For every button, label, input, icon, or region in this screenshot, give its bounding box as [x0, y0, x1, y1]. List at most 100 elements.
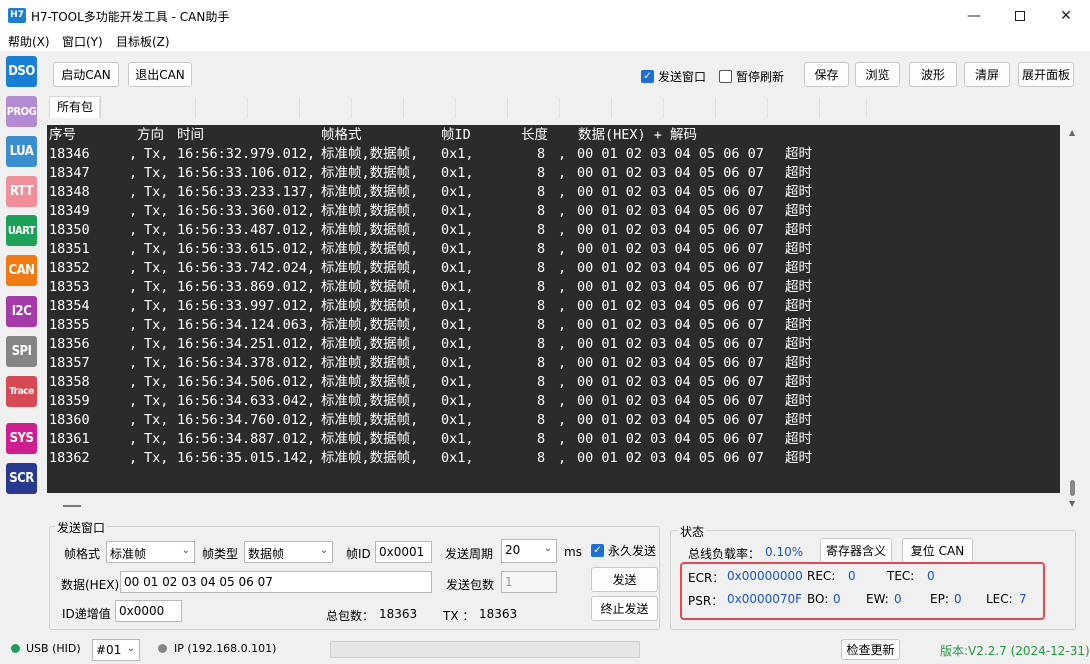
- send-period-select[interactable]: 20 ⌄: [501, 539, 557, 563]
- row-note: 超时: [785, 412, 812, 428]
- tab-empty[interactable]: [247, 98, 299, 118]
- frame-format-select[interactable]: 标准帧 ⌄: [106, 541, 195, 563]
- sidebar-item-sys[interactable]: SYS: [6, 423, 37, 454]
- tab-empty[interactable]: [299, 98, 351, 118]
- row-seq: 18358: [49, 374, 90, 390]
- stop-send-button[interactable]: 终止发送: [591, 596, 658, 621]
- vertical-scrollbar[interactable]: ▲ ▼: [1066, 125, 1078, 511]
- packet-log-console[interactable]: 序号 方向 时间 帧格式 帧ID 长度 数据(HEX) + 解码 18346 Tx…: [47, 125, 1060, 493]
- device-value: #01: [96, 643, 122, 657]
- scroll-down-icon[interactable]: ▼: [1069, 499, 1075, 508]
- row-len: 8: [537, 203, 546, 219]
- tab-empty[interactable]: [559, 98, 611, 118]
- save-button[interactable]: 保存: [804, 62, 849, 87]
- sidebar-item-label: SCR: [9, 471, 34, 486]
- scroll-thumb[interactable]: [1070, 480, 1075, 496]
- tab-empty[interactable]: [195, 98, 247, 118]
- sidebar-item-lua[interactable]: LUA: [6, 136, 37, 167]
- frame-type-select[interactable]: 数据帧 ⌄: [244, 541, 333, 563]
- row-seq: 18347: [49, 165, 90, 181]
- sidebar-item-i2c[interactable]: I2C: [6, 296, 37, 327]
- sidebar-item-scr[interactable]: SCR: [6, 463, 37, 494]
- tab-empty[interactable]: [351, 98, 403, 118]
- hscroll-thumb[interactable]: [63, 505, 81, 507]
- row-len: 8: [537, 241, 546, 257]
- row-format: 标准帧,数据帧,: [321, 241, 419, 257]
- sidebar-item-rtt[interactable]: RTT: [6, 176, 37, 207]
- title-bar: H7 H7-TOOL多功能开发工具 - CAN助手 — ✕: [0, 0, 1090, 31]
- status-title: 状态: [678, 523, 707, 540]
- tab-empty[interactable]: [663, 98, 715, 118]
- tab-all-packets[interactable]: 所有包: [49, 96, 102, 118]
- forever-send-label: 永久发送: [608, 544, 657, 558]
- menu-help[interactable]: 帮助(X): [8, 33, 50, 50]
- expand-panel-button[interactable]: 展开面板: [1018, 62, 1074, 87]
- pause-refresh-checkbox[interactable]: 暂停刷新: [719, 68, 784, 85]
- row-data: 00 01 02 03 04 05 06 07: [577, 260, 764, 276]
- row-time: 16:56:34.124.063,: [177, 317, 316, 333]
- check-update-button[interactable]: 检查更新: [841, 639, 900, 660]
- row-dir: Tx,: [144, 431, 169, 447]
- menu-target-board[interactable]: 目标板(Z): [116, 33, 170, 50]
- tab-empty[interactable]: [715, 98, 767, 118]
- send-button[interactable]: 发送: [591, 567, 658, 592]
- sidebar-item-can[interactable]: CAN: [6, 255, 37, 286]
- progress-bar: [330, 641, 640, 658]
- row-format: 标准帧,数据帧,: [321, 393, 419, 409]
- separator: ,: [558, 317, 567, 333]
- row-time: 16:56:34.887.012,: [177, 431, 316, 447]
- row-time: 16:56:33.869.012,: [177, 279, 316, 295]
- exit-can-button[interactable]: 退出CAN: [128, 62, 192, 87]
- clear-screen-button[interactable]: 清屏: [964, 62, 1010, 87]
- data-hex-label: 数据(HEX): [61, 578, 120, 592]
- row-seq: 18355: [49, 317, 90, 333]
- scroll-up-icon[interactable]: ▲: [1069, 128, 1075, 137]
- tab-empty[interactable]: [767, 98, 819, 118]
- tab-empty[interactable]: [99, 98, 195, 118]
- row-dir: Tx,: [144, 298, 169, 314]
- sidebar-item-trace[interactable]: Trace: [6, 376, 37, 407]
- device-select[interactable]: #01 ⌄: [92, 639, 140, 661]
- sidebar-item-dso[interactable]: DSO: [6, 56, 37, 87]
- tab-empty[interactable]: [611, 98, 663, 118]
- row-format: 标准帧,数据帧,: [321, 165, 419, 181]
- maximize-button[interactable]: [997, 0, 1043, 31]
- sidebar-item-prog[interactable]: PROG: [6, 96, 37, 127]
- sidebar-item-uart[interactable]: UART: [6, 215, 37, 246]
- row-format: 标准帧,数据帧,: [321, 336, 419, 352]
- menu-window[interactable]: 窗口(Y): [62, 33, 103, 50]
- chevron-down-icon: ⌄: [126, 643, 135, 654]
- separator: ,: [129, 336, 138, 352]
- data-hex-input[interactable]: 00 01 02 03 04 05 06 07: [120, 571, 432, 593]
- separator: ,: [558, 279, 567, 295]
- send-window-label: 发送窗口: [658, 70, 707, 84]
- send-count-input[interactable]: 1: [501, 571, 557, 593]
- tab-empty[interactable]: [455, 98, 507, 118]
- checkbox-checked-icon: ✓: [641, 70, 654, 83]
- close-button[interactable]: ✕: [1043, 0, 1089, 31]
- separator: ,: [129, 279, 138, 295]
- separator: ,: [129, 222, 138, 238]
- id-increment-input[interactable]: 0x0000: [115, 600, 182, 622]
- tab-empty[interactable]: [403, 98, 455, 118]
- tab-empty[interactable]: [819, 98, 867, 118]
- pause-refresh-label: 暂停刷新: [736, 70, 785, 84]
- row-dir: Tx,: [144, 336, 169, 352]
- row-note: 超时: [785, 393, 812, 409]
- tab-empty[interactable]: [507, 98, 559, 118]
- separator: ,: [558, 450, 567, 466]
- send-window-checkbox[interactable]: ✓ 发送窗口: [641, 68, 706, 85]
- bus-load-label: 总线负载率：: [688, 547, 761, 561]
- wave-button[interactable]: 波形: [909, 62, 957, 87]
- register-meaning-button[interactable]: 寄存器含义: [820, 538, 892, 563]
- browse-button[interactable]: 浏览: [855, 62, 900, 87]
- reset-can-button[interactable]: 复位 CAN: [902, 538, 973, 563]
- ecr-label: ECR：: [688, 571, 725, 585]
- start-can-button[interactable]: 启动CAN: [53, 62, 119, 87]
- frame-id-input[interactable]: 0x0001: [375, 541, 432, 563]
- horizontal-scrollbar[interactable]: [47, 497, 1060, 515]
- forever-send-checkbox[interactable]: ✓ 永久发送: [591, 542, 656, 559]
- row-data: 00 01 02 03 04 05 06 07: [577, 241, 764, 257]
- sidebar-item-spi[interactable]: SPI: [6, 336, 37, 367]
- minimize-button[interactable]: —: [951, 0, 997, 31]
